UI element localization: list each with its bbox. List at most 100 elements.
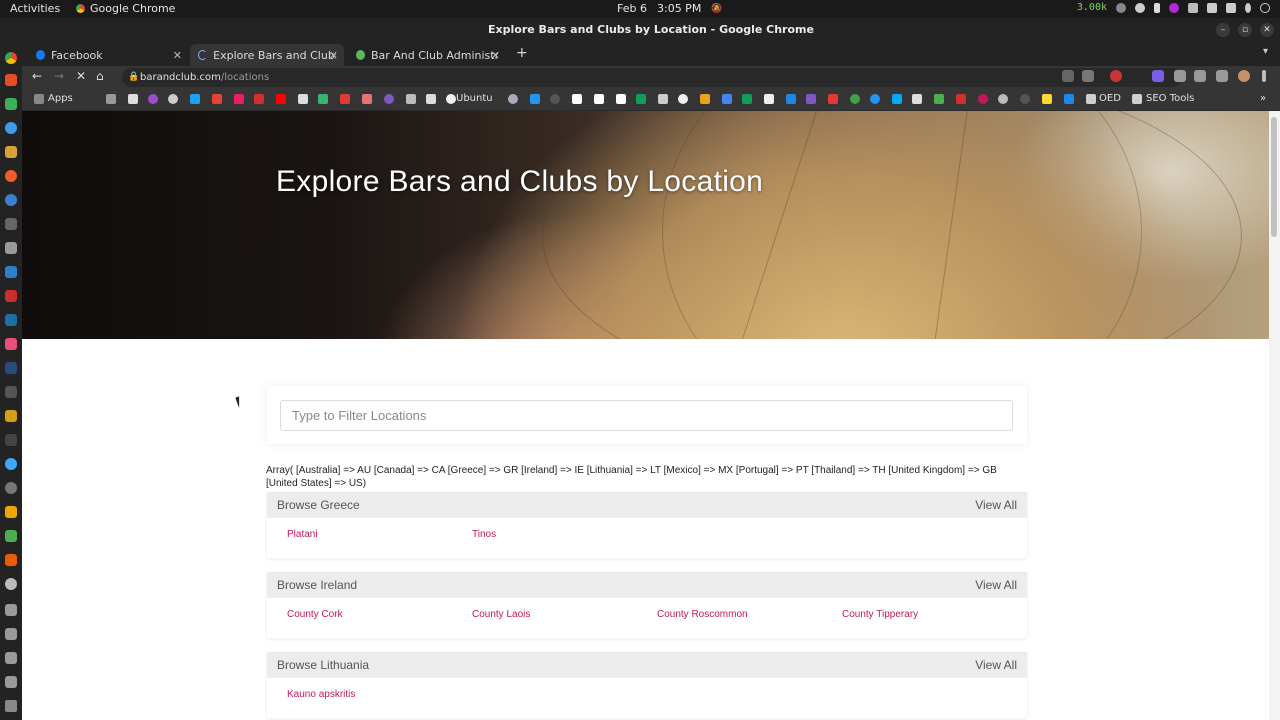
dock-app-icon[interactable]	[5, 386, 17, 398]
dock-app-icon[interactable]	[5, 170, 17, 182]
dock-app-icon[interactable]	[5, 410, 17, 422]
activities-button[interactable]: Activities	[10, 2, 60, 15]
bookmark-icon[interactable]	[384, 94, 394, 104]
bookmark-icon[interactable]	[254, 94, 264, 104]
bookmark-icon[interactable]	[340, 94, 350, 104]
bookmark-star-icon[interactable]	[1082, 70, 1094, 82]
dock-app-icon[interactable]	[5, 554, 17, 566]
location-link[interactable]: County Roscommon	[657, 609, 748, 620]
close-tab-icon[interactable]: ✕	[491, 49, 500, 62]
forward-icon[interactable]: →	[54, 69, 64, 83]
bookmark-icon[interactable]	[530, 94, 540, 104]
profile-avatar[interactable]	[1238, 70, 1250, 82]
dock-app-icon[interactable]	[5, 266, 17, 278]
bookmark-icon[interactable]	[658, 94, 668, 104]
bookmark-icon[interactable]	[806, 94, 816, 104]
bookmark-icon[interactable]	[362, 94, 372, 104]
youtube-icon[interactable]	[276, 94, 286, 104]
dock-app-icon[interactable]	[5, 314, 17, 326]
location-link[interactable]: Kauno apskritis	[287, 689, 355, 700]
home-icon[interactable]: ⌂	[96, 69, 104, 83]
share-icon[interactable]	[1062, 70, 1074, 82]
bookmark-icon[interactable]	[318, 94, 328, 104]
bookmark-icon[interactable]	[148, 94, 158, 104]
bookmark-icon[interactable]	[168, 94, 178, 104]
bookmark-folder-seo-tools[interactable]: SEO Tools	[1146, 93, 1194, 104]
dock-app-icon[interactable]	[5, 530, 17, 542]
tab-facebook[interactable]: Facebook ✕	[28, 44, 188, 66]
dock-app-icon[interactable]	[5, 98, 17, 110]
app-menu[interactable]: Google Chrome	[76, 2, 175, 15]
address-bar[interactable]: 🔒 barandclub.com/locations	[122, 68, 1182, 87]
bookmark-icon[interactable]	[298, 94, 308, 104]
bookmark-icon[interactable]	[234, 94, 244, 104]
stop-loading-icon[interactable]: ✕	[76, 69, 86, 83]
bookmark-icon[interactable]	[870, 94, 880, 104]
dock-app-icon[interactable]	[5, 652, 17, 664]
gmail-icon[interactable]	[212, 94, 222, 104]
dock-app-icon[interactable]	[5, 578, 17, 590]
reading-list-icon[interactable]	[1194, 70, 1206, 82]
tab-search-icon[interactable]: ▾	[1263, 46, 1268, 57]
bookmark-icon[interactable]	[106, 94, 116, 104]
dock-app-icon[interactable]	[5, 290, 17, 302]
dock-app-icon[interactable]	[5, 242, 17, 254]
bookmark-icon[interactable]	[786, 94, 796, 104]
bookmark-icon[interactable]	[1020, 94, 1030, 104]
bookmark-icon[interactable]	[678, 94, 688, 104]
minimize-icon[interactable]: –	[1216, 23, 1230, 37]
tab-admin[interactable]: Bar And Club Administration ✕	[348, 44, 506, 66]
location-link[interactable]: Platani	[287, 529, 318, 540]
bookmark-icon[interactable]	[722, 94, 732, 104]
system-tray[interactable]: 3.00k	[1077, 2, 1270, 13]
dock-app-icon[interactable]	[5, 628, 17, 640]
extensions-puzzle-icon[interactable]	[1174, 70, 1186, 82]
dock-app-icon[interactable]	[5, 506, 17, 518]
new-tab-button[interactable]: +	[516, 45, 528, 61]
tab-explore-locations[interactable]: Explore Bars and Clubs by Location ✕	[190, 44, 344, 66]
twitter-icon[interactable]	[190, 94, 200, 104]
dock-app-icon[interactable]	[5, 604, 17, 616]
extension-icon[interactable]	[1152, 70, 1164, 82]
page-scrollbar[interactable]	[1269, 111, 1280, 720]
sheets-icon[interactable]	[636, 94, 646, 104]
bookmark-icon[interactable]	[998, 94, 1008, 104]
dock-app-icon[interactable]	[5, 146, 17, 158]
dock-app-icon[interactable]	[5, 676, 17, 688]
chrome-dock-icon[interactable]	[5, 52, 17, 64]
extension-icon[interactable]	[1110, 70, 1122, 82]
more-bookmarks-icon[interactable]: »	[1260, 93, 1266, 104]
bookmark-icon[interactable]	[1042, 94, 1052, 104]
bookmark-icon[interactable]	[892, 94, 902, 104]
bookmark-apps[interactable]: Apps	[48, 93, 73, 104]
bookmark-icon[interactable]	[128, 94, 138, 104]
maximize-icon[interactable]: ▫	[1238, 23, 1252, 37]
folder-icon[interactable]	[1132, 94, 1142, 104]
bookmark-icon[interactable]	[742, 94, 752, 104]
bookmark-icon[interactable]	[912, 94, 922, 104]
clock[interactable]: Feb 6 3:05 PM 🔕	[617, 2, 723, 15]
dock-app-icon[interactable]	[5, 122, 17, 134]
close-tab-icon[interactable]: ✕	[173, 49, 182, 62]
location-link[interactable]: County Tipperary	[842, 609, 918, 620]
bookmark-icon[interactable]	[426, 94, 436, 104]
bookmark-folder-oed[interactable]: OED	[1099, 93, 1121, 104]
wikipedia-icon[interactable]	[594, 94, 604, 104]
bookmark-icon[interactable]	[700, 94, 710, 104]
bookmark-icon[interactable]	[1064, 94, 1074, 104]
github-icon[interactable]	[550, 94, 560, 104]
view-all-link[interactable]: View All	[975, 498, 1017, 512]
location-link[interactable]: County Cork	[287, 609, 343, 620]
chrome-menu-icon[interactable]	[1262, 70, 1266, 82]
bookmark-icon[interactable]	[764, 94, 774, 104]
bookmark-ubuntu[interactable]: Ubuntu	[456, 93, 493, 104]
bookmark-icon[interactable]	[934, 94, 944, 104]
bookmark-icon[interactable]	[508, 94, 518, 104]
bookmark-icon[interactable]	[956, 94, 966, 104]
side-panel-icon[interactable]	[1216, 70, 1228, 82]
dock-app-icon[interactable]	[5, 434, 17, 446]
show-apps-icon[interactable]	[5, 700, 17, 712]
bookmark-icon[interactable]	[978, 94, 988, 104]
apps-grid-icon[interactable]	[34, 94, 44, 104]
dock-app-icon[interactable]	[5, 194, 17, 206]
